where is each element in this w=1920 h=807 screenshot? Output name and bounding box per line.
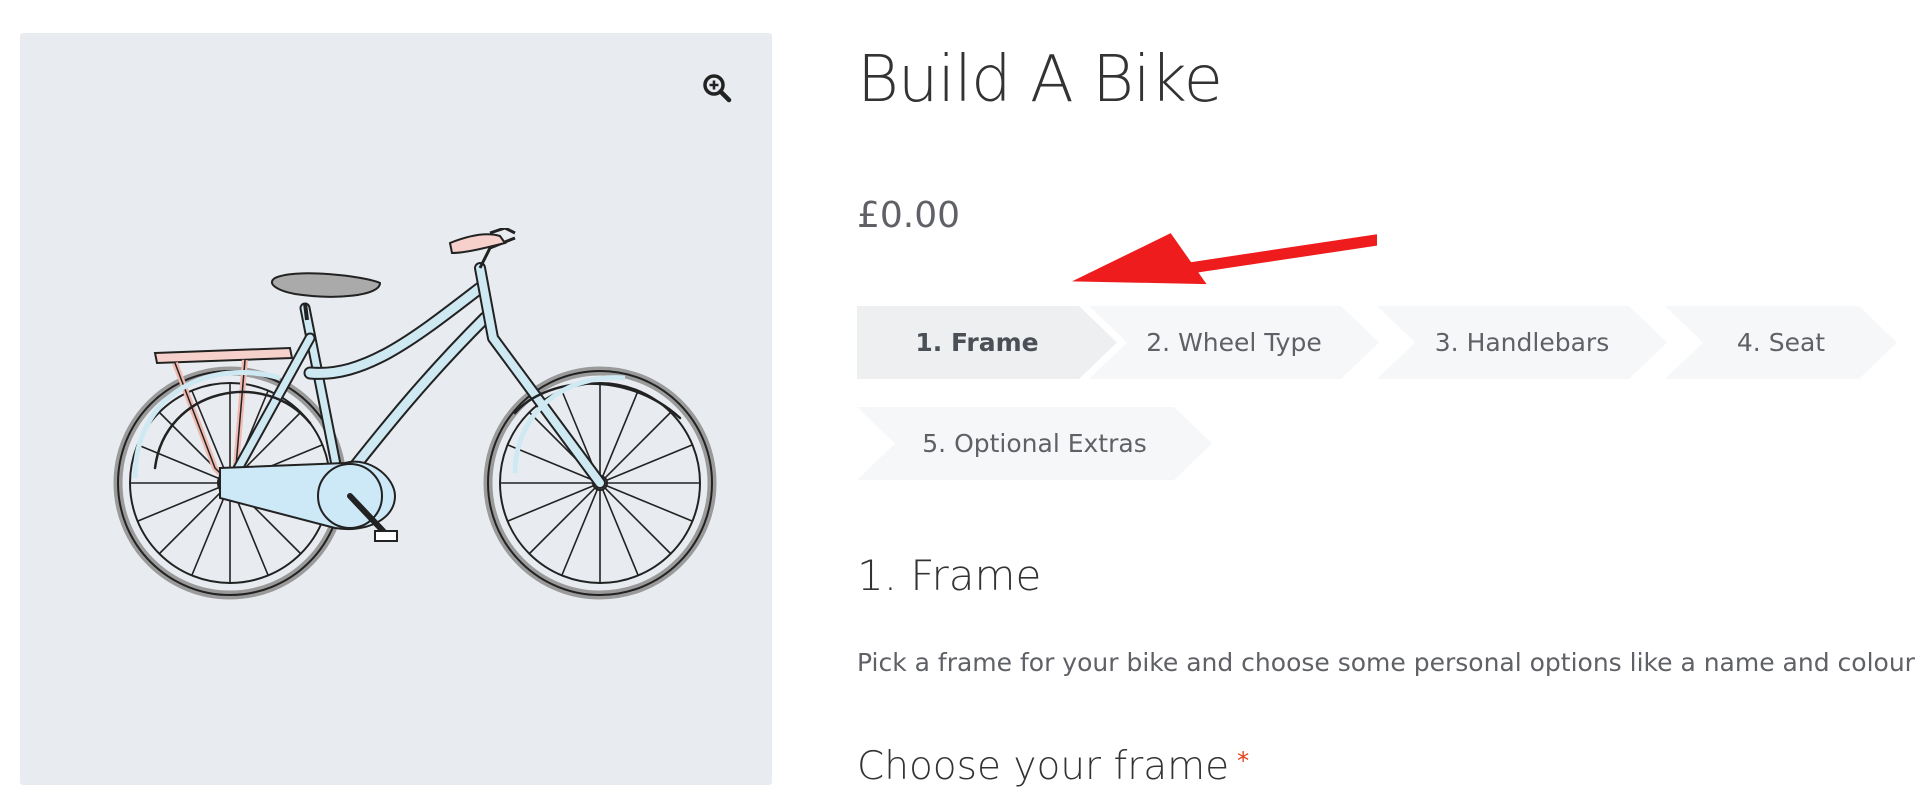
saddle	[270, 272, 382, 321]
product-gallery	[20, 33, 772, 785]
pedal	[374, 530, 398, 542]
step-tab-handlebars[interactable]: 3. Handlebars	[1377, 306, 1667, 379]
step-tab-optional-extras[interactable]: 5. Optional Extras	[857, 407, 1212, 480]
step-navigation: 1. Frame 2. Wheel Type 3. Handlebars 4. …	[857, 306, 1897, 481]
step-tab-wheel-type[interactable]: 2. Wheel Type	[1089, 306, 1379, 379]
annotation-arrow	[1072, 233, 1377, 285]
step-label: 4. Seat	[1736, 328, 1826, 357]
bike-illustration	[113, 228, 717, 600]
field-label-text: Choose your frame	[857, 744, 1230, 789]
step-label: 3. Handlebars	[1434, 328, 1610, 357]
step-tab-frame[interactable]: 1. Frame	[857, 306, 1117, 379]
step-description: Pick a frame for your bike and choose so…	[857, 648, 1915, 677]
zoom-in-icon	[703, 74, 732, 103]
product-title: Build A Bike	[857, 43, 1223, 117]
handlebars	[448, 228, 516, 269]
required-indicator: *	[1237, 747, 1250, 775]
product-price: £0.00	[857, 195, 961, 236]
zoom-button[interactable]	[692, 63, 742, 113]
step-tab-seat[interactable]: 4. Seat	[1665, 306, 1897, 379]
step-label: 5. Optional Extras	[922, 429, 1147, 458]
step-label: 1. Frame	[915, 328, 1039, 357]
step-label: 2. Wheel Type	[1146, 328, 1322, 357]
product-page: Build A Bike £0.00 1. Frame 2. Wheel Typ…	[0, 0, 1920, 807]
choose-frame-label: Choose your frame *	[857, 735, 1249, 793]
product-summary: Build A Bike £0.00 1. Frame 2. Wheel Typ…	[857, 0, 1915, 807]
step-section-title: 1. Frame	[857, 551, 1042, 600]
